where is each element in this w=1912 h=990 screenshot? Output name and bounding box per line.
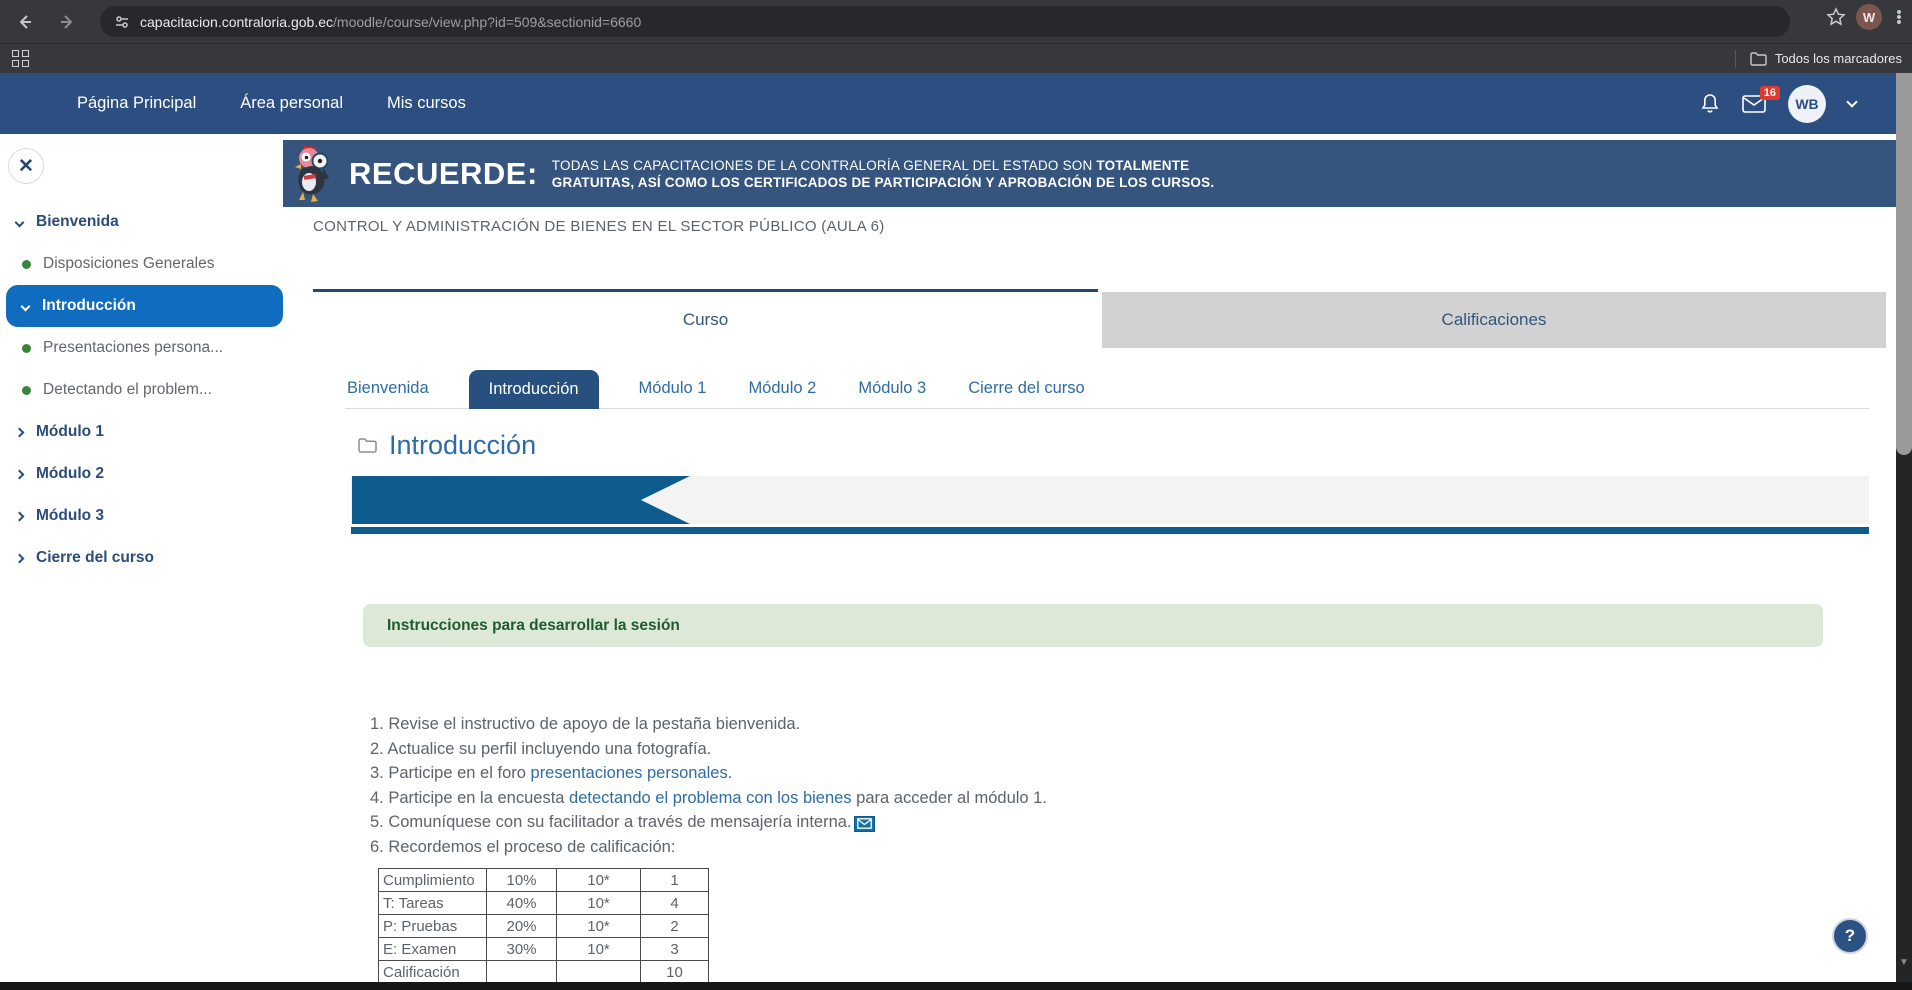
messages-icon[interactable]: 16 (1742, 95, 1766, 113)
sidebar-section-introduccion[interactable]: Introducción (6, 285, 283, 327)
section-ribbon-strip (351, 476, 1869, 524)
scrollbar-thumb[interactable] (1896, 73, 1912, 455)
back-icon[interactable] (8, 5, 42, 39)
table-row: P: Pruebas20%10*2 (379, 915, 709, 938)
ribbon-flag (352, 476, 690, 524)
help-button[interactable]: ? (1832, 918, 1868, 954)
course-title: CONTROL Y ADMINISTRACIÓN DE BIENES EN EL… (313, 218, 885, 235)
sidebar-item-detectando-el-problema[interactable]: Detectando el problem... (0, 369, 283, 411)
tab-introduccion[interactable]: Introducción (469, 370, 599, 409)
list-item: 3. Participe en el foro presentaciones p… (370, 761, 1047, 786)
browser-profile-avatar[interactable]: W (1856, 4, 1882, 30)
instructions-list: 1. Revise el instructivo de apoyo de la … (370, 712, 1047, 859)
chevron-right-icon (15, 469, 25, 479)
grading-table: Cumplimiento10%10*1 T: Tareas40%10*4 P: … (378, 868, 709, 984)
chevron-down-icon (15, 217, 25, 227)
divider (1735, 50, 1736, 68)
page-scrollbar[interactable]: ▼ (1896, 73, 1912, 982)
sidebar-item-presentaciones-personales[interactable]: Presentaciones persona... (0, 327, 283, 369)
section-tabs: Bienvenida Introducción Módulo 1 Módulo … (345, 366, 1869, 409)
mascot-bird-illustration (289, 144, 341, 204)
forward-icon[interactable] (50, 5, 84, 39)
table-row: Calificación10 (379, 961, 709, 984)
address-bar[interactable]: capacitacion.contraloria.gob.ec/moodle/c… (100, 6, 1790, 37)
list-item: 1. Revise el instructivo de apoyo de la … (370, 712, 1047, 737)
nav-pagina-principal[interactable]: Página Principal (77, 94, 196, 113)
close-sidebar-button[interactable]: ✕ (8, 148, 44, 184)
folder-icon (358, 438, 377, 453)
all-bookmarks-button[interactable]: Todos los marcadores (1775, 51, 1902, 66)
section-divider-bar (351, 527, 1869, 534)
table-row: Cumplimiento10%10*1 (379, 869, 709, 892)
window-bottom-edge (0, 982, 1912, 990)
user-menu-chevron-icon[interactable] (1846, 96, 1857, 107)
sidebar-section-bienvenida[interactable]: Bienvenida (0, 201, 283, 243)
url-path: /moodle/course/view.php?id=509&sectionid… (333, 14, 641, 30)
bookmark-star-icon[interactable] (1826, 7, 1846, 27)
list-item: 4. Participe en la encuesta detectando e… (370, 786, 1047, 811)
browser-window: capacitacion.contraloria.gob.ec/moodle/c… (0, 0, 1912, 990)
chevron-right-icon (15, 511, 25, 521)
banner-text: TODAS LAS CAPACITACIONES DE LA CONTRALOR… (552, 157, 1215, 191)
unread-messages-badge: 16 (1760, 86, 1780, 100)
section-heading: Introducción (358, 430, 536, 461)
site-navbar: Página Principal Área personal Mis curso… (0, 73, 1896, 134)
user-avatar[interactable]: WB (1788, 85, 1826, 123)
tab-calificaciones[interactable]: Calificaciones (1102, 292, 1886, 348)
instructions-box: Instrucciones para desarrollar la sesión (363, 604, 1823, 647)
nav-area-personal[interactable]: Área personal (240, 94, 343, 113)
presentaciones-personales-link[interactable]: presentaciones personales (531, 764, 728, 782)
chevron-down-icon (21, 301, 31, 311)
tab-bienvenida[interactable]: Bienvenida (345, 369, 431, 408)
tab-modulo-2[interactable]: Módulo 2 (746, 369, 818, 408)
course-index-sidebar: ✕ Bienvenida Disposiciones Generales Int… (0, 134, 283, 990)
sidebar-section-modulo-2[interactable]: Módulo 2 (0, 453, 283, 495)
site-controls-icon[interactable] (114, 14, 130, 30)
section-heading-label: Introducción (389, 430, 536, 461)
tab-modulo-3[interactable]: Módulo 3 (856, 369, 928, 408)
table-row: E: Examen30%10*3 (379, 938, 709, 961)
notifications-bell-icon[interactable] (1700, 93, 1720, 114)
nav-mis-cursos[interactable]: Mis cursos (387, 94, 466, 113)
browser-menu-icon[interactable]: ••• (1892, 10, 1906, 25)
list-item: 5. Comuníquese con su facilitador a trav… (370, 810, 1047, 835)
completion-dot-icon (22, 260, 31, 269)
browser-toolbar: capacitacion.contraloria.gob.ec/moodle/c… (0, 0, 1912, 43)
scroll-down-arrow-icon[interactable]: ▼ (1899, 957, 1909, 968)
bookmarks-folder-icon (1750, 52, 1767, 66)
internal-messaging-icon[interactable] (854, 816, 875, 832)
sidebar-section-cierre-del-curso[interactable]: Cierre del curso (0, 537, 283, 579)
sidebar-section-modulo-3[interactable]: Módulo 3 (0, 495, 283, 537)
sidebar-section-modulo-1[interactable]: Módulo 1 (0, 411, 283, 453)
list-item: 2. Actualice su perfil incluyendo una fo… (370, 737, 1047, 762)
instructions-title: Instrucciones para desarrollar la sesión (387, 617, 680, 635)
completion-dot-icon (22, 386, 31, 395)
completion-dot-icon (22, 344, 31, 353)
sidebar-item-disposiciones-generales[interactable]: Disposiciones Generales (0, 243, 283, 285)
tab-modulo-1[interactable]: Módulo 1 (637, 369, 709, 408)
recuerde-banner: RECUERDE: TODAS LAS CAPACITACIONES DE LA… (283, 140, 1896, 207)
tab-cierre-del-curso[interactable]: Cierre del curso (966, 369, 1086, 408)
banner-title: RECUERDE: (349, 156, 538, 192)
table-row: T: Tareas40%10*4 (379, 892, 709, 915)
apps-grid-icon[interactable] (12, 50, 29, 67)
url-domain: capacitacion.contraloria.gob.ec (140, 14, 333, 30)
tab-curso[interactable]: Curso (313, 289, 1098, 348)
detectando-el-problema-link[interactable]: detectando el problema con los bienes (569, 789, 852, 807)
chevron-right-icon (15, 553, 25, 563)
list-item: 6. Recordemos el proceso de calificación… (370, 835, 1047, 860)
bookmarks-bar: Todos los marcadores (0, 43, 1912, 73)
chevron-right-icon (15, 427, 25, 437)
